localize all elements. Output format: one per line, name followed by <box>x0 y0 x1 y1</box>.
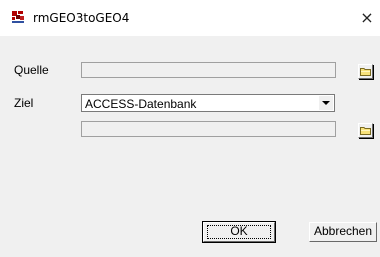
source-browse-button[interactable] <box>358 64 373 79</box>
title-bar: rmGEO3toGEO4 × <box>0 0 380 36</box>
source-label: Quelle <box>14 63 49 77</box>
target-label: Ziel <box>14 96 34 110</box>
app-icon <box>11 10 25 24</box>
target-type-value: ACCESS-Datenbank <box>85 97 197 111</box>
target-type-select[interactable]: ACCESS-Datenbank <box>81 94 335 112</box>
window-title: rmGEO3toGEO4 <box>33 11 130 25</box>
target-path-field[interactable] <box>81 121 336 137</box>
folder-icon <box>360 127 371 135</box>
ok-button-label: OK <box>230 224 248 238</box>
target-browse-button[interactable] <box>358 123 373 138</box>
source-path-field[interactable] <box>81 62 336 78</box>
chevron-down-icon[interactable] <box>319 96 333 110</box>
cancel-button-label: Abbrechen <box>313 224 373 238</box>
cancel-button[interactable]: Abbrechen <box>309 222 377 242</box>
close-icon[interactable]: × <box>357 8 377 28</box>
folder-icon <box>360 68 371 76</box>
ok-button[interactable]: OK <box>202 221 276 243</box>
